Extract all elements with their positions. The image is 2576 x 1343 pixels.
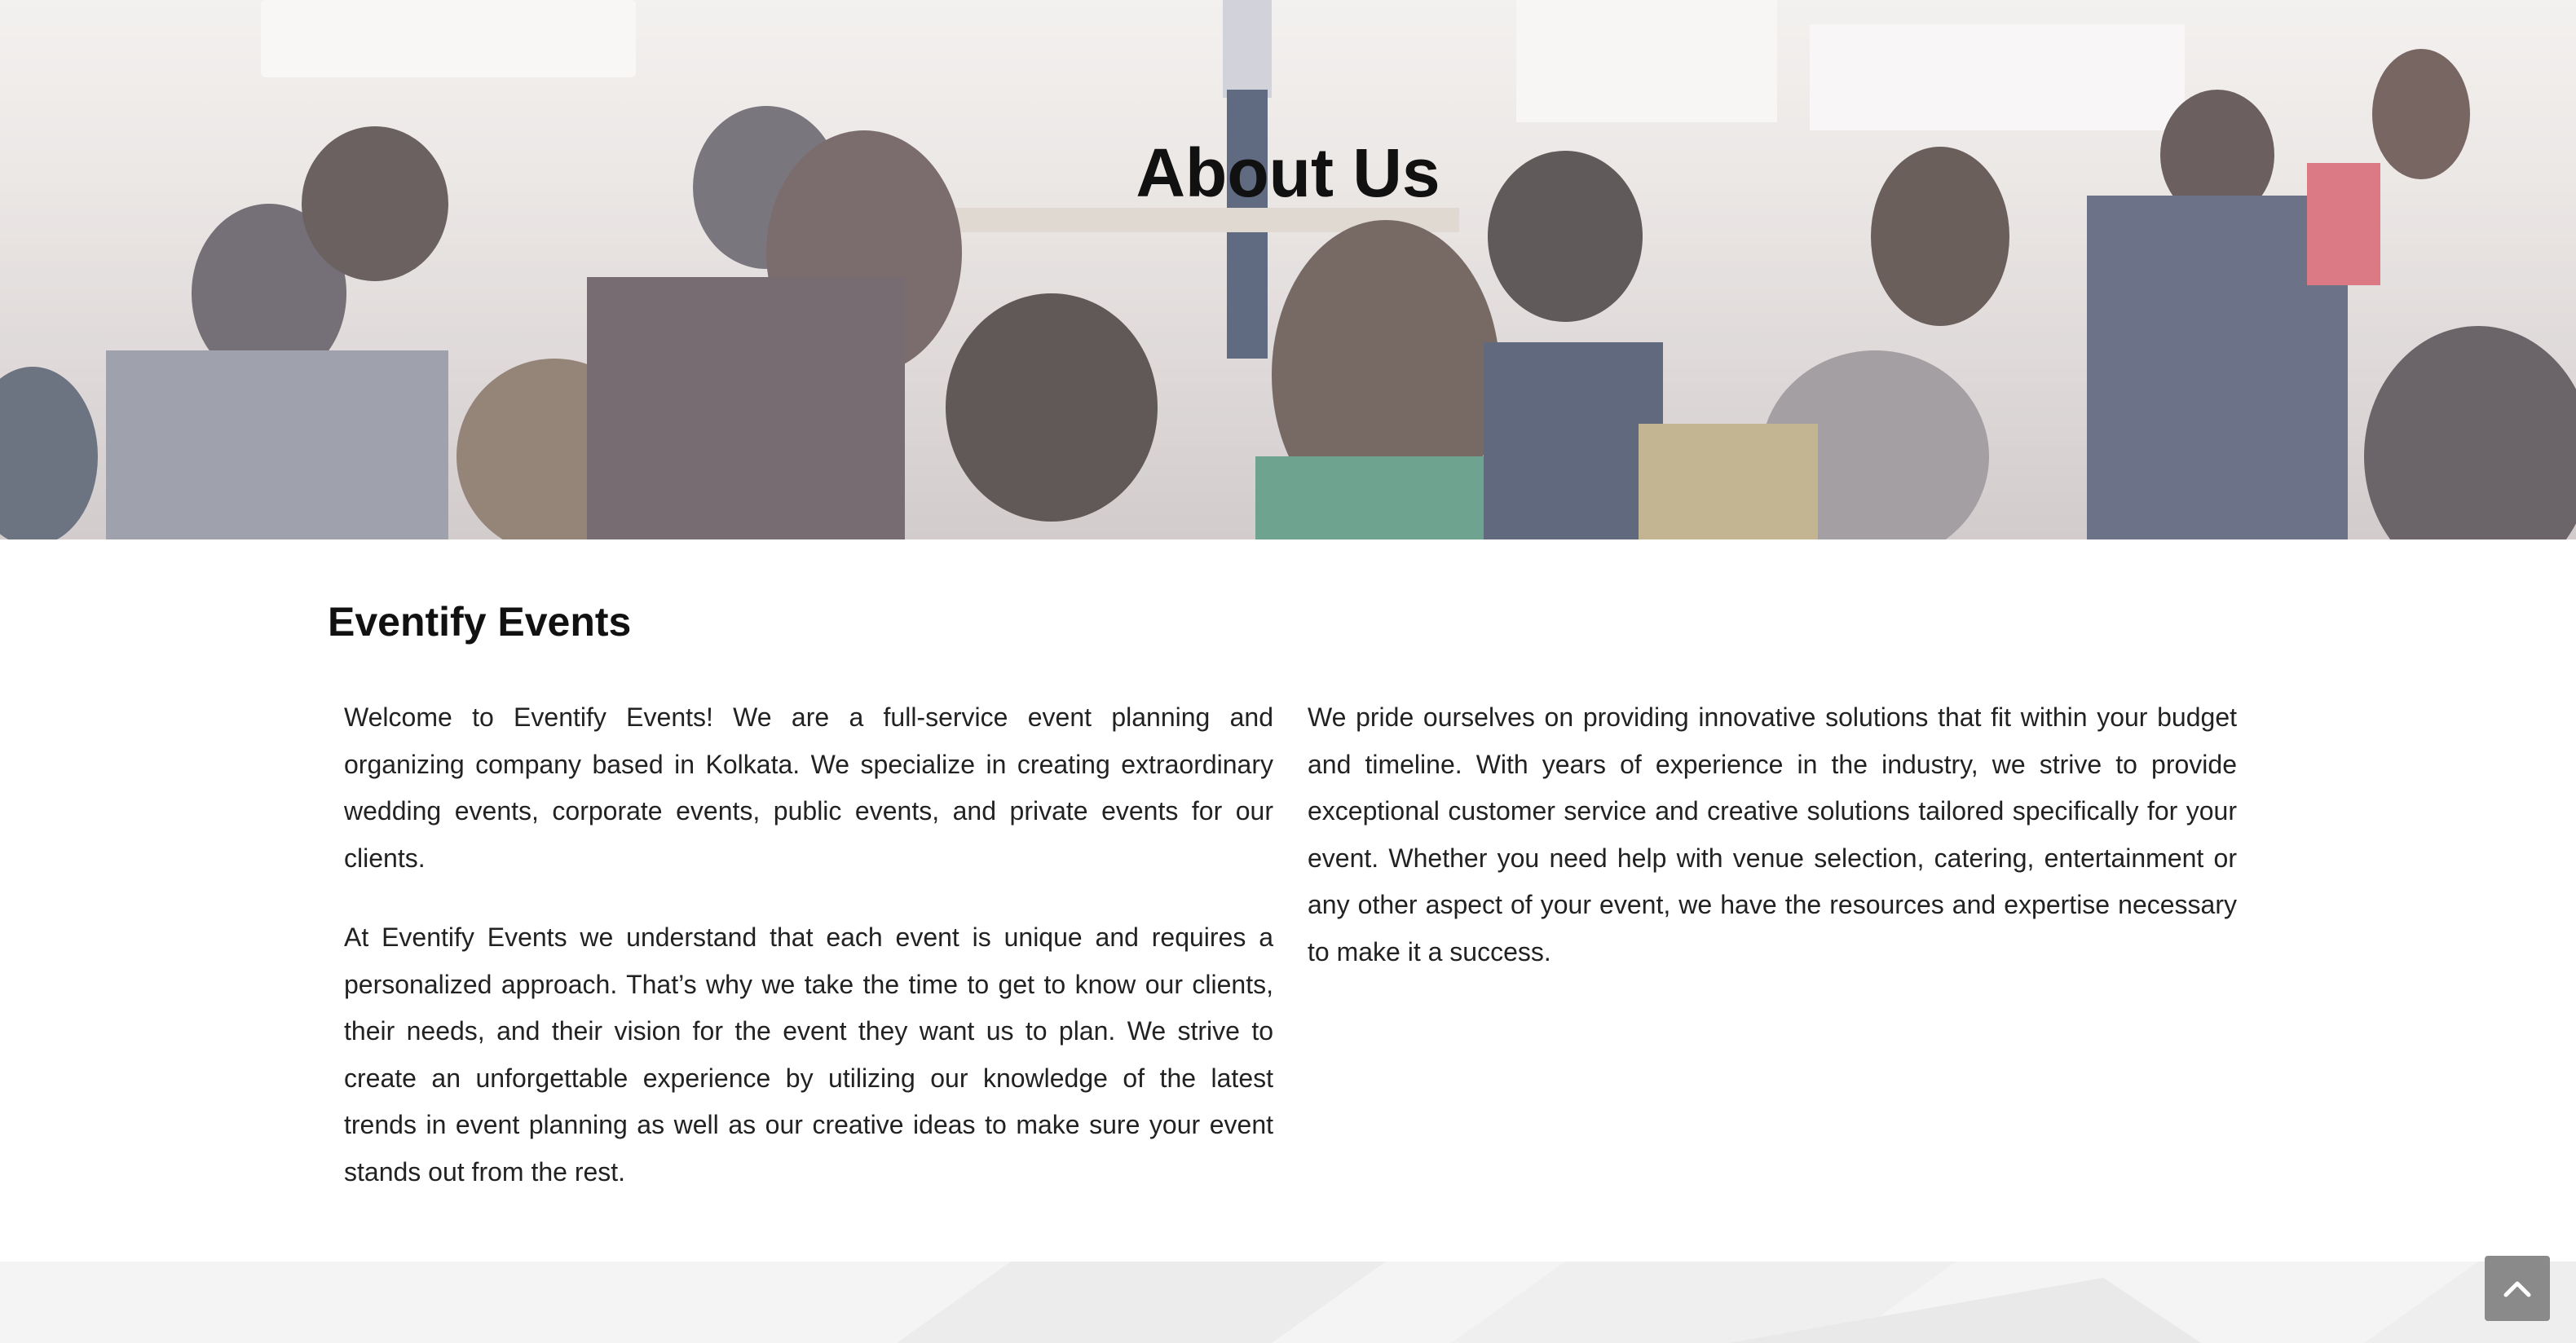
scroll-to-top-button[interactable] bbox=[2485, 1256, 2550, 1321]
about-paragraph: Welcome to Eventify Events! We are a ful… bbox=[344, 702, 1273, 873]
chevron-up-icon bbox=[2503, 1281, 2531, 1297]
page-title: About Us bbox=[1136, 134, 1440, 211]
about-paragraph: At Eventify Events we understand that ea… bbox=[344, 922, 1273, 1187]
hero-banner: About Us bbox=[0, 0, 2576, 539]
footer-decoration bbox=[897, 1262, 2576, 1343]
footer-background bbox=[0, 1262, 2576, 1343]
about-column-left: Welcome to Eventify Events! We are a ful… bbox=[344, 694, 1273, 1228]
about-column-right: We pride ourselves on providing innovati… bbox=[1308, 694, 2237, 1008]
section-heading: Eventify Events bbox=[328, 599, 632, 645]
hero-overlay bbox=[0, 0, 2576, 539]
about-paragraph: We pride ourselves on providing innovati… bbox=[1308, 702, 2237, 967]
